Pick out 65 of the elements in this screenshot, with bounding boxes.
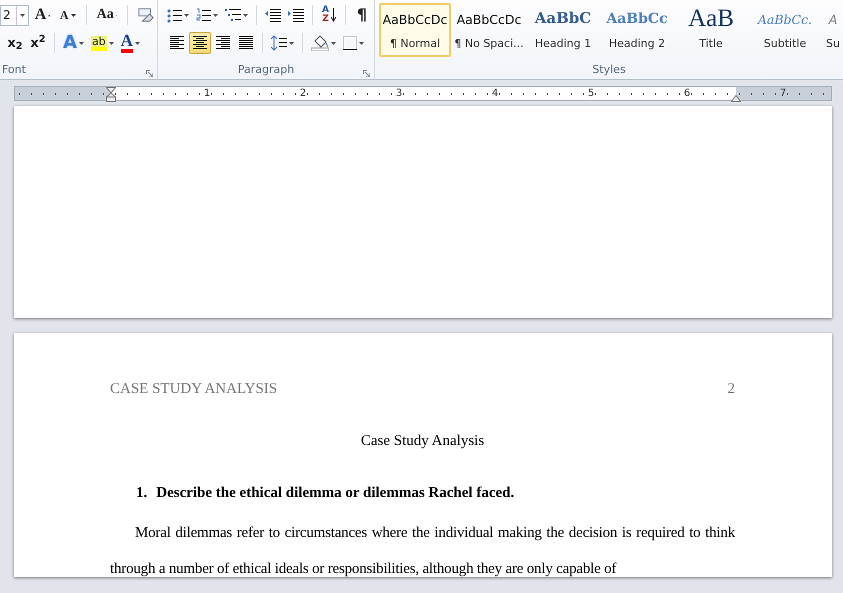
- show-formatting-marks-button[interactable]: ¶: [351, 4, 373, 26]
- list-number: 1.: [136, 484, 148, 503]
- align-right-icon: [216, 36, 230, 50]
- style-gallery-item[interactable]: AaBbCcDc ¶ Normal: [379, 3, 451, 57]
- sort-button[interactable]: A Z: [318, 4, 340, 26]
- text-effects-button[interactable]: A: [60, 32, 87, 54]
- ruler-number: 6: [684, 86, 690, 100]
- dialog-launcher-icon: [146, 70, 153, 78]
- caret-icon: [134, 42, 140, 44]
- eraser-icon: [138, 7, 154, 23]
- font-color-button[interactable]: A: [118, 32, 143, 54]
- numbered-list-icon: [196, 8, 211, 22]
- group-label: Styles: [592, 62, 626, 78]
- ruler-number: 2: [300, 86, 306, 100]
- bulleted-list-icon: [167, 8, 182, 22]
- style-gallery-item[interactable]: AaB Title: [675, 3, 747, 57]
- style-gallery-item[interactable]: AaBbCc. Subtitle: [749, 3, 821, 57]
- arrow-up-icon: [48, 14, 51, 16]
- right-indent-marker-icon: [731, 94, 741, 102]
- caret-icon: [78, 42, 84, 44]
- ruler-number: 7: [780, 86, 786, 100]
- decrease-indent-icon: [265, 8, 281, 22]
- ruler-number: 4: [492, 86, 498, 100]
- ruler-number: 3: [396, 86, 402, 100]
- caret-icon: [359, 42, 364, 44]
- paint-bucket-icon: [311, 35, 329, 51]
- align-left-icon: [170, 36, 184, 50]
- running-head: CASE STUDY ANALYSIS: [110, 380, 278, 399]
- line-spacing-icon: [271, 35, 287, 51]
- body-paragraph: Moral dilemmas refer to circumstances where the individual making the decision is required to think through a number of ethical ideals or responsibilities, although they are only capable of: [110, 524, 735, 577]
- superscript-button[interactable]: x$^{2}$: [27, 32, 49, 54]
- align-center-button[interactable]: [189, 32, 211, 54]
- arrow-down-icon: [330, 8, 336, 22]
- group-label: Paragraph: [238, 62, 294, 78]
- document-title: Case Study Analysis: [360, 432, 484, 448]
- dialog-launcher-icon: [363, 70, 370, 78]
- style-gallery-item[interactable]: AaBbCc Heading 2: [601, 3, 673, 57]
- multilevel-list-icon: [225, 8, 241, 22]
- align-center-icon: [193, 36, 207, 50]
- arrow-down-icon: [70, 14, 76, 16]
- shrink-font-button[interactable]: A: [56, 4, 79, 26]
- caret-icon: [20, 14, 25, 16]
- highlight-button[interactable]: ab: [88, 32, 117, 54]
- style-gallery-item[interactable]: AaBbC Heading 1: [527, 3, 599, 57]
- increase-indent-icon: [288, 8, 304, 22]
- caret-icon: [108, 42, 114, 44]
- change-case-button[interactable]: Aa: [94, 4, 120, 26]
- subscript-button[interactable]: x$_{2}$: [4, 32, 26, 54]
- borders-icon: [343, 36, 357, 50]
- justify-icon: [239, 36, 253, 50]
- ruler-number: 1: [204, 86, 210, 100]
- style-gallery-item[interactable]: AaBbCcDc ¶ No Spaci...: [453, 3, 525, 57]
- grow-font-button[interactable]: A: [32, 4, 54, 26]
- caret-icon: [184, 14, 189, 16]
- group-label: Font: [2, 62, 26, 78]
- style-gallery-item[interactable]: A Su: [823, 3, 843, 57]
- caret-icon: [331, 42, 336, 44]
- page-number: 2: [728, 380, 735, 399]
- caret-icon: [243, 14, 248, 16]
- indent-marker-icon: [106, 86, 116, 102]
- section-heading: Describe the ethical dilemma or dilemmas Rachel faced.: [156, 484, 514, 503]
- caret-icon: [213, 14, 218, 16]
- caret-icon: [289, 42, 294, 44]
- font-size-field[interactable]: 2: [0, 4, 29, 26]
- ruler-number: 5: [588, 86, 594, 100]
